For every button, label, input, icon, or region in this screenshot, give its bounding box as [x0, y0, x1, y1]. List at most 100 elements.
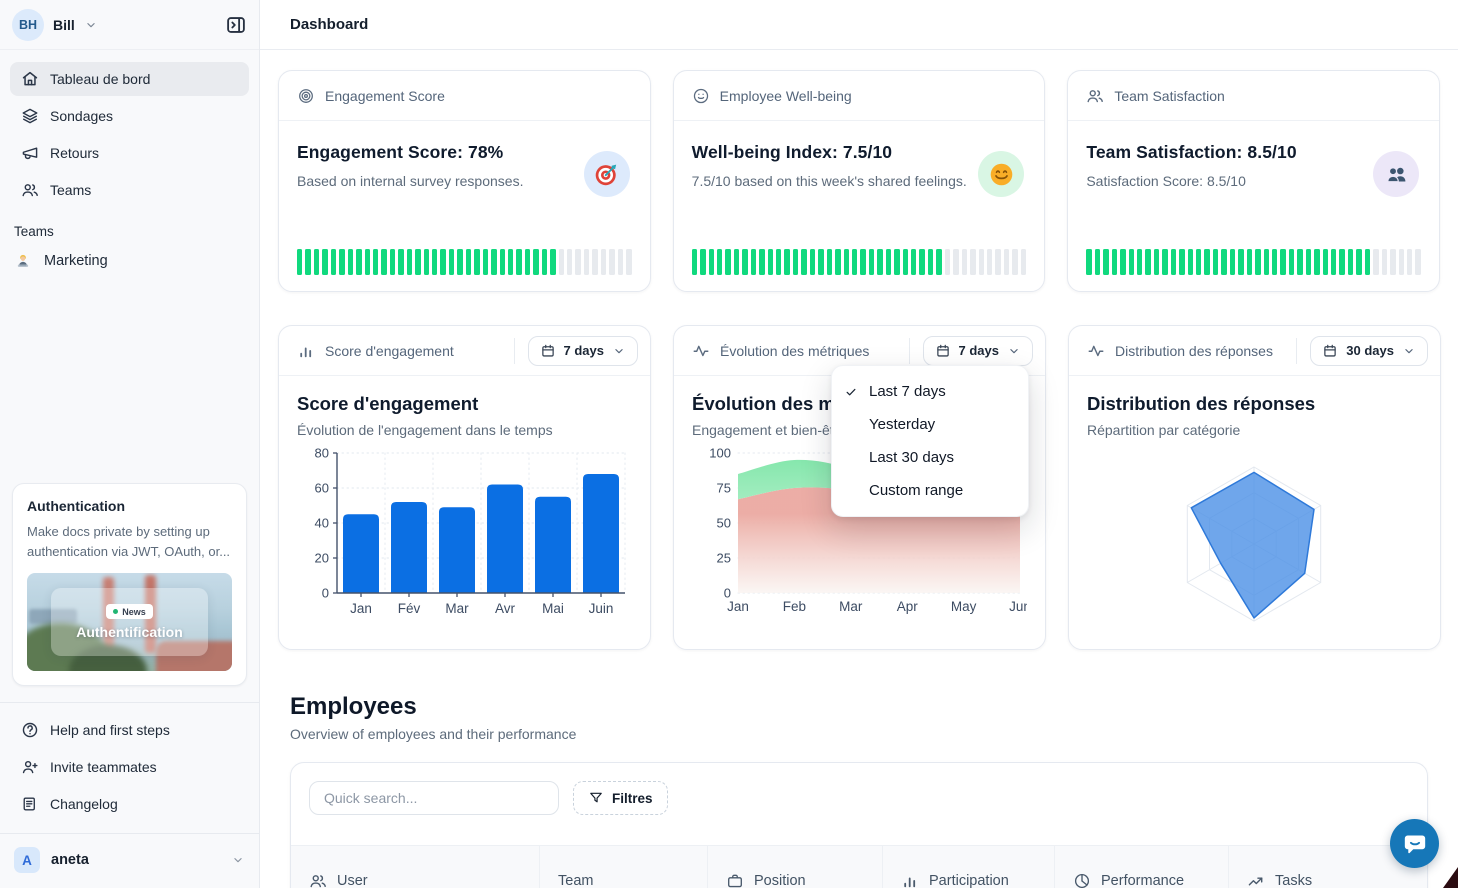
progress-segment [1373, 249, 1378, 275]
column-header-performance[interactable]: Performance [1054, 846, 1228, 888]
column-header-participation[interactable]: Participation [882, 846, 1054, 888]
progress-segment [827, 249, 832, 275]
sidebar-team-item[interactable]: Marketing [0, 244, 259, 278]
progress-segment [575, 249, 580, 275]
filters-button[interactable]: Filtres [573, 781, 668, 815]
chat-widget-button[interactable] [1390, 819, 1439, 868]
progress-segment [768, 249, 773, 275]
menu-item[interactable]: Last 30 days [832, 441, 1028, 474]
sidebar-item-label: Sondages [50, 108, 113, 124]
promo-card[interactable]: Authentication Make docs private by sett… [12, 483, 247, 686]
date-range-label: 7 days [564, 343, 604, 358]
progress-segment [1356, 249, 1361, 275]
column-header-user[interactable]: User [291, 846, 539, 888]
users-icon [309, 872, 327, 888]
svg-text:Jan: Jan [727, 599, 749, 614]
sidebar-item-sondages[interactable]: Sondages [10, 99, 249, 133]
chevron-down-icon [612, 344, 626, 358]
stat-card-header: Employee Well-being [674, 71, 1045, 121]
progress-segment [1339, 249, 1344, 275]
avatar[interactable]: BH [12, 9, 44, 41]
chart-card-header: Distribution des réponses30 days [1069, 326, 1440, 376]
progress-segment [1390, 249, 1395, 275]
progress-segment [1280, 249, 1285, 275]
workspace-name: aneta [51, 852, 89, 868]
progress-segment [1365, 249, 1370, 275]
progress-segment [1112, 249, 1117, 275]
progress-segment [911, 249, 916, 275]
svg-text:40: 40 [315, 516, 329, 531]
date-range-button[interactable]: 7 days [923, 336, 1033, 366]
column-header-team[interactable]: Team [539, 846, 707, 888]
menu-item-label: Yesterday [869, 416, 935, 433]
page-title: Dashboard [290, 16, 368, 33]
chart-card-header: Score d'engagement7 days [279, 326, 650, 376]
progress-segment [525, 249, 530, 275]
layers-icon [21, 107, 39, 125]
sidebar-item-help-and-first-steps[interactable]: Help and first steps [10, 713, 249, 747]
column-header-label: Participation [929, 873, 1009, 888]
progress-segment [398, 249, 403, 275]
svg-text:Mai: Mai [542, 601, 564, 616]
emoji-technologist-icon [14, 252, 32, 270]
chart-card: Score d'engagement7 daysScore d'engageme… [278, 325, 651, 650]
chart-title: Score d'engagement [297, 393, 632, 415]
employees-title: Employees [290, 694, 1428, 720]
date-range-button[interactable]: 30 days [1310, 336, 1428, 366]
progress-segment [1103, 249, 1108, 275]
stat-subtitle: 7.5/10 based on this week's shared feeli… [692, 173, 1027, 189]
chart-card-header-right: 7 days [514, 336, 638, 366]
progress-segment [945, 249, 950, 275]
progress-segment [1297, 249, 1302, 275]
menu-item[interactable]: Last 7 days [832, 375, 1028, 408]
date-range-button[interactable]: 7 days [528, 336, 638, 366]
progress-segment [1238, 249, 1243, 275]
progress-segment [305, 249, 310, 275]
svg-text:20: 20 [315, 551, 329, 566]
sidebar-collapse-button[interactable] [225, 14, 247, 36]
promo-title: Authentication [27, 498, 232, 514]
stat-card-header: Engagement Score [279, 71, 650, 121]
progress-segment [1221, 249, 1226, 275]
progress-segment [1012, 249, 1017, 275]
progress-segment [1137, 249, 1142, 275]
progress-segment [886, 249, 891, 275]
sidebar-item-invite-teammates[interactable]: Invite teammates [10, 750, 249, 784]
user-plus-icon [21, 758, 39, 776]
progress-segment [440, 249, 445, 275]
divider [1296, 338, 1297, 364]
svg-text:75: 75 [717, 481, 731, 496]
progress-segment [776, 249, 781, 275]
sidebar-item-label: Teams [50, 182, 91, 198]
menu-item[interactable]: Custom range [832, 474, 1028, 507]
employees-toolbar: Filtres [291, 781, 1427, 815]
sidebar-item-tableau-de-bord[interactable]: Tableau de bord [10, 62, 249, 96]
stat-card-row: Engagement ScoreEngagement Score: 78%Bas… [278, 70, 1440, 292]
progress-segment [742, 249, 747, 275]
stat-card-header-label: Employee Well-being [720, 88, 852, 104]
sidebar-item-changelog[interactable]: Changelog [10, 787, 249, 821]
sidebar-item-teams[interactable]: Teams [10, 173, 249, 207]
progress-segment [1306, 249, 1311, 275]
progress-segment [466, 249, 471, 275]
stat-card: Engagement ScoreEngagement Score: 78%Bas… [278, 70, 651, 292]
search-input[interactable] [309, 781, 559, 815]
menu-item-label: Last 7 days [869, 383, 946, 400]
employees-section: Employees Overview of employees and thei… [290, 694, 1428, 888]
date-range-menu: Last 7 days Yesterday Last 30 daysCustom r… [831, 365, 1029, 517]
progress-segment [894, 249, 899, 275]
progress-segment [1382, 249, 1387, 275]
progress-segment [1213, 249, 1218, 275]
column-header-position[interactable]: Position [707, 846, 882, 888]
svg-text:0: 0 [322, 586, 329, 601]
menu-item[interactable]: Yesterday [832, 408, 1028, 441]
workspace-switcher[interactable]: A aneta [0, 833, 259, 888]
progress-segment [542, 249, 547, 275]
user-name[interactable]: Bill [53, 17, 75, 33]
divider [909, 338, 910, 364]
progress-segment [474, 249, 479, 275]
progress-segment [810, 249, 815, 275]
sidebar-item-retours[interactable]: Retours [10, 136, 249, 170]
stat-emoji-badge [1373, 151, 1419, 197]
chevron-down-icon [1007, 344, 1021, 358]
